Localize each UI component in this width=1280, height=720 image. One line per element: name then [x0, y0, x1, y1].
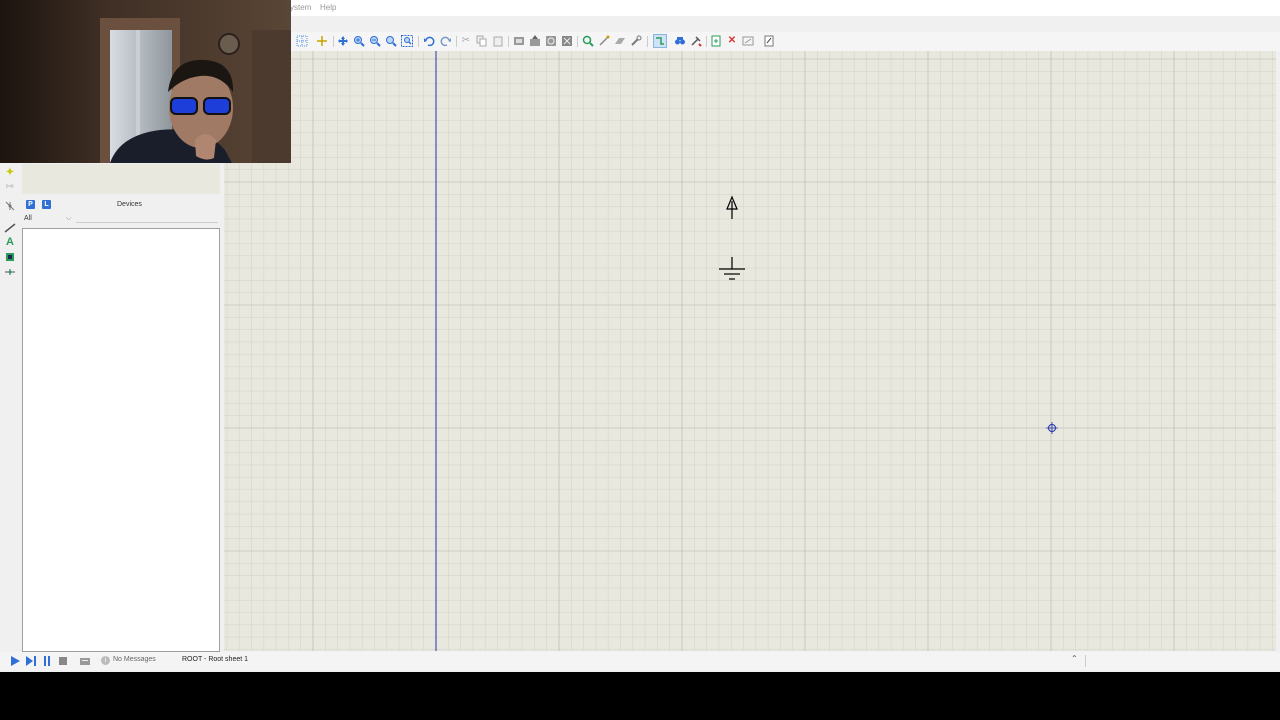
remove-sheet-icon[interactable]: ✕: [726, 35, 738, 47]
device-list[interactable]: [22, 228, 220, 652]
cut-icon[interactable]: ✂: [460, 35, 472, 47]
junction-icon[interactable]: [4, 200, 16, 212]
step-icon[interactable]: [25, 655, 37, 667]
search-icon[interactable]: [674, 35, 686, 47]
make-device-icon[interactable]: [598, 35, 610, 47]
status-separator: [1085, 655, 1086, 667]
power-terminal-symbol[interactable]: [726, 195, 738, 219]
component-mode-icon[interactable]: ↦: [4, 181, 16, 193]
device-filter-dropdown[interactable]: All ⌵: [24, 215, 76, 225]
message-log-icon[interactable]: [79, 655, 91, 667]
pan-icon[interactable]: [337, 35, 349, 47]
status-bar: i No Messages ROOT - Root sheet 1 ⌃: [0, 652, 1280, 670]
pause-icon[interactable]: [41, 655, 53, 667]
package-icon[interactable]: [614, 35, 626, 47]
block-rotate-icon[interactable]: [545, 35, 557, 47]
zoom-all-icon[interactable]: [385, 35, 397, 47]
wire-label-icon[interactable]: [4, 221, 16, 233]
undo-icon[interactable]: [423, 35, 435, 47]
bom-icon[interactable]: [763, 35, 775, 47]
zoom-out-icon[interactable]: [369, 35, 381, 47]
schematic-canvas-svg[interactable]: [224, 51, 1276, 651]
webcam-image: [0, 0, 291, 163]
messages-indicator[interactable]: i No Messages: [101, 656, 156, 665]
zoom-in-icon[interactable]: [353, 35, 365, 47]
overview-window[interactable]: [22, 164, 220, 194]
redo-icon[interactable]: [440, 35, 452, 47]
exit-parent-icon[interactable]: [742, 35, 754, 47]
messages-text: No Messages: [113, 656, 156, 663]
device-selector-header: P L Devices: [22, 198, 220, 212]
cursor-crosshair-icon: [1046, 422, 1058, 434]
info-icon: i: [101, 656, 110, 665]
play-icon[interactable]: [9, 655, 21, 667]
menu-help[interactable]: Help: [320, 3, 336, 12]
grid-icon[interactable]: [296, 35, 308, 47]
decompose-icon[interactable]: [630, 35, 642, 47]
origin-icon[interactable]: [316, 35, 328, 47]
subcircuit-icon[interactable]: [4, 266, 16, 278]
grid-minor-lines: [224, 51, 1276, 651]
library-manager-button[interactable]: L: [42, 200, 51, 209]
webcam-overlay: [0, 0, 291, 163]
paste-icon[interactable]: [492, 35, 504, 47]
chevron-down-icon: ⌵: [66, 215, 72, 222]
selection-mode-icon[interactable]: ✦: [4, 167, 16, 179]
bus-icon[interactable]: [4, 251, 16, 263]
stop-icon[interactable]: [57, 655, 69, 667]
current-sheet-label: ROOT - Root sheet 1: [182, 656, 249, 663]
wire-autorouter-icon[interactable]: [653, 34, 667, 48]
chevron-up-icon[interactable]: ⌃: [1071, 654, 1078, 663]
pick-device-icon[interactable]: [582, 35, 594, 47]
text-script-icon[interactable]: A: [4, 236, 16, 248]
copy-icon[interactable]: [476, 35, 488, 47]
new-sheet-icon[interactable]: [710, 35, 722, 47]
devices-title: Devices: [117, 201, 142, 208]
menu-system[interactable]: ystem: [290, 3, 311, 12]
grid-major-lines: [224, 51, 1276, 651]
block-delete-icon[interactable]: [561, 35, 573, 47]
device-filter-value: All: [24, 215, 32, 222]
zoom-area-icon[interactable]: [401, 35, 413, 47]
block-copy-icon[interactable]: [513, 35, 525, 47]
schematic-editor-canvas[interactable]: [224, 51, 1276, 651]
property-tool-icon[interactable]: [690, 35, 702, 47]
pick-devices-button[interactable]: P: [26, 200, 35, 209]
mode-toolbar: ✦ ↦ A: [0, 164, 21, 652]
device-filter-separator: [76, 222, 218, 223]
block-move-icon[interactable]: [529, 35, 541, 47]
